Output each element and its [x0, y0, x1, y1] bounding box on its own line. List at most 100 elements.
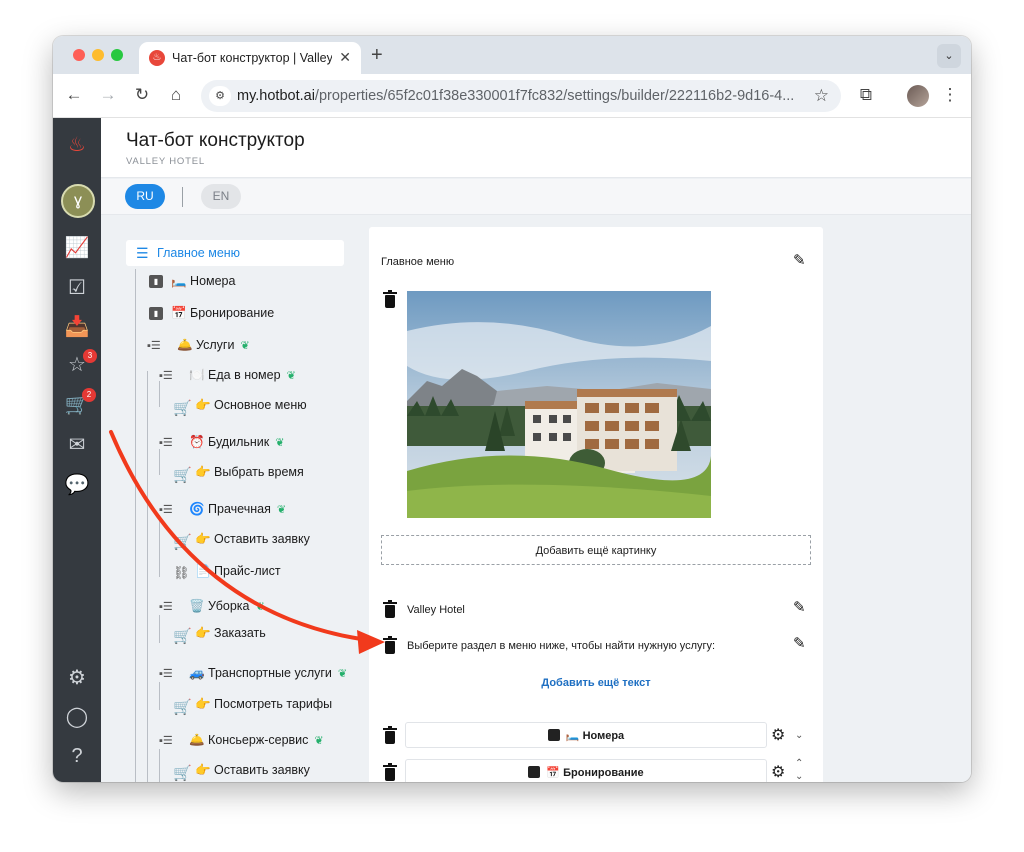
menu-lines-icon: ☰: [136, 245, 149, 261]
browser-toolbar: ← → ↻ ⌂ ⚙ my.hotbot.ai/properties/65f2c0…: [53, 74, 971, 118]
inbox-icon[interactable]: 📥: [64, 314, 90, 340]
submenu-card-icon: ▪☰: [159, 504, 173, 517]
delete-text-icon[interactable]: [383, 600, 397, 618]
leaf-icon: ❦: [275, 437, 285, 450]
extensions-icon[interactable]: ⧉: [855, 85, 877, 105]
delete-button-icon[interactable]: [383, 726, 397, 744]
tree-node[interactable]: ▪☰ 🍽️ Еда в номер ❦: [159, 368, 296, 388]
tree-node[interactable]: ⛓ 📄 Прайс-лист: [173, 564, 281, 584]
message-text[interactable]: Выберите раздел в меню ниже, чтобы найти…: [407, 640, 715, 652]
app-area: ♨ ɣ 📈 ☑ 📥 ☆ 3 🛒 2 ✉ 💬 ⚙ ◯ ? Чат-бот конс…: [53, 118, 971, 782]
add-image-button[interactable]: Добавить ещё картинку: [381, 535, 811, 565]
language-bar: RU EN: [101, 179, 971, 215]
menu-button[interactable]: 🛏️ Номера: [405, 722, 767, 748]
move-down-chevron-icon[interactable]: ⌄: [795, 771, 803, 782]
leaf-icon: ❦: [255, 601, 265, 614]
card-title: Главное меню: [381, 256, 455, 268]
delete-image-icon[interactable]: [383, 290, 397, 308]
tree-node[interactable]: ▪☰ ⏰ Будильник ❦: [159, 435, 284, 455]
tree-node[interactable]: ▪☰ 🚙 Транспортные услуги ❦: [159, 666, 347, 686]
tree-node[interactable]: 🛒 👉 Основное меню: [173, 398, 307, 418]
menu-button[interactable]: 📅 Бронирование: [405, 759, 767, 782]
page-header: Чат-бот конструктор VALLEY HOTEL: [101, 118, 971, 178]
tree-node[interactable]: ▪☰ 🗑️ Уборка ❦: [159, 599, 265, 619]
browser-tab[interactable]: ♨ Чат-бот конструктор | Valley Hotel ✕: [139, 42, 361, 74]
url-host: my.hotbot.ai: [237, 88, 315, 104]
profile-icon[interactable]: ◯: [64, 704, 90, 730]
browser-menu-icon[interactable]: ⋮: [939, 85, 961, 105]
tree-node[interactable]: 🛒 👉 Оставить заявку: [173, 532, 310, 552]
button-settings-gear-icon[interactable]: ⚙: [771, 762, 785, 782]
tab-close-icon[interactable]: ✕: [339, 49, 351, 66]
leaf-icon: ❦: [240, 340, 250, 353]
page-subtitle: VALLEY HOTEL: [126, 156, 205, 167]
menu-tree: ☰ Главное меню ▮ 🛏️ Номера ▮ 📅 Бронировани…: [101, 215, 361, 782]
language-ru-button[interactable]: RU: [125, 184, 165, 209]
button-settings-gear-icon[interactable]: ⚙: [771, 725, 785, 745]
orders-badge: 2: [82, 388, 96, 402]
close-window-button[interactable]: [73, 49, 85, 61]
tree-root-main-menu[interactable]: ☰ Главное меню: [126, 240, 344, 266]
submenu-card-icon: ▪☰: [159, 370, 173, 383]
forward-icon[interactable]: →: [97, 85, 119, 105]
address-bar[interactable]: ⚙ my.hotbot.ai/properties/65f2c01f38e330…: [201, 80, 841, 112]
tree-node[interactable]: 🛒 👉 Посмотреть тарифы: [173, 697, 332, 717]
property-avatar[interactable]: ɣ: [61, 184, 95, 218]
move-up-chevron-icon[interactable]: ⌃: [795, 758, 803, 769]
tab-search-chevron-icon[interactable]: ⌄: [937, 44, 961, 68]
chart-icon: ▮: [149, 275, 163, 289]
tree-line: [147, 371, 148, 782]
add-text-link[interactable]: Добавить ещё текст: [369, 677, 823, 689]
cart-icon: 🛒: [173, 534, 192, 552]
tree-node[interactable]: ▮ 📅 Бронирование: [149, 306, 274, 326]
tree-node[interactable]: ▪☰ 🛎️ Услуги ❦: [147, 338, 250, 358]
leaf-icon: ❦: [314, 735, 324, 748]
browser-window: ♨ Чат-бот конструктор | Valley Hotel ✕ +…: [53, 36, 971, 782]
message-text[interactable]: Valley Hotel: [407, 604, 465, 616]
leaf-icon: ❦: [276, 504, 287, 517]
submenu-card-icon: ▪☰: [159, 668, 173, 681]
reload-icon[interactable]: ↻: [131, 85, 153, 105]
cart-icon: 🛒: [173, 467, 192, 485]
new-tab-icon[interactable]: +: [371, 44, 383, 67]
move-down-chevron-icon[interactable]: ⌄: [795, 730, 803, 741]
url-path: /properties/65f2c01f38e330001f7fc832/set…: [314, 88, 795, 104]
hotbot-favicon-icon: ♨: [149, 50, 165, 66]
edit-text-icon[interactable]: ✎: [793, 634, 806, 652]
delete-button-icon[interactable]: [383, 763, 397, 781]
home-icon[interactable]: ⌂: [165, 85, 187, 105]
profile-avatar[interactable]: [907, 85, 929, 107]
mail-icon[interactable]: ✉: [64, 432, 90, 458]
hotbot-flame-icon[interactable]: ♨: [64, 132, 90, 158]
site-settings-icon[interactable]: ⚙: [209, 86, 231, 106]
chat-icon[interactable]: 💬: [64, 472, 90, 498]
tree-node[interactable]: 🛒 👉 Оставить заявку: [173, 763, 310, 782]
delete-text-icon[interactable]: [383, 636, 397, 654]
analytics-icon[interactable]: 📈: [64, 235, 90, 261]
bookmark-star-icon[interactable]: ☆: [814, 86, 829, 106]
settings-icon[interactable]: ⚙: [64, 665, 90, 691]
reviews-badge: 3: [83, 349, 97, 363]
tree-node[interactable]: ▮ 🛏️ Номера: [149, 274, 235, 294]
tab-title: Чат-бот конструктор | Valley Hotel: [172, 51, 332, 65]
help-icon[interactable]: ?: [64, 743, 90, 769]
tree-node[interactable]: 🛒 👉 Выбрать время: [173, 465, 304, 485]
chart-icon: [528, 766, 541, 778]
tree-node[interactable]: 🛒 👉 Заказать: [173, 626, 266, 646]
back-icon[interactable]: ←: [63, 85, 85, 105]
edit-text-icon[interactable]: ✎: [793, 598, 806, 616]
tasks-icon[interactable]: ☑: [64, 275, 90, 301]
zoom-window-button[interactable]: [111, 49, 123, 61]
tree-node[interactable]: ▪☰ 🌀 Прачечная ❦: [159, 502, 286, 522]
leaf-icon: ❦: [337, 668, 348, 681]
tree-line: [159, 515, 160, 577]
submenu-card-icon: ▪☰: [147, 340, 161, 353]
language-en-button[interactable]: EN: [201, 184, 241, 209]
edit-title-icon[interactable]: ✎: [793, 251, 806, 269]
minimize-window-button[interactable]: [92, 49, 104, 61]
tree-line: [159, 749, 160, 782]
chart-icon: [547, 729, 560, 741]
tree-node[interactable]: ▪☰ 🛎️ Консьерж-сервис ❦: [159, 733, 324, 753]
url-text[interactable]: my.hotbot.ai/properties/65f2c01f38e33000…: [237, 88, 797, 104]
tree-root-label: Главное меню: [157, 246, 241, 260]
